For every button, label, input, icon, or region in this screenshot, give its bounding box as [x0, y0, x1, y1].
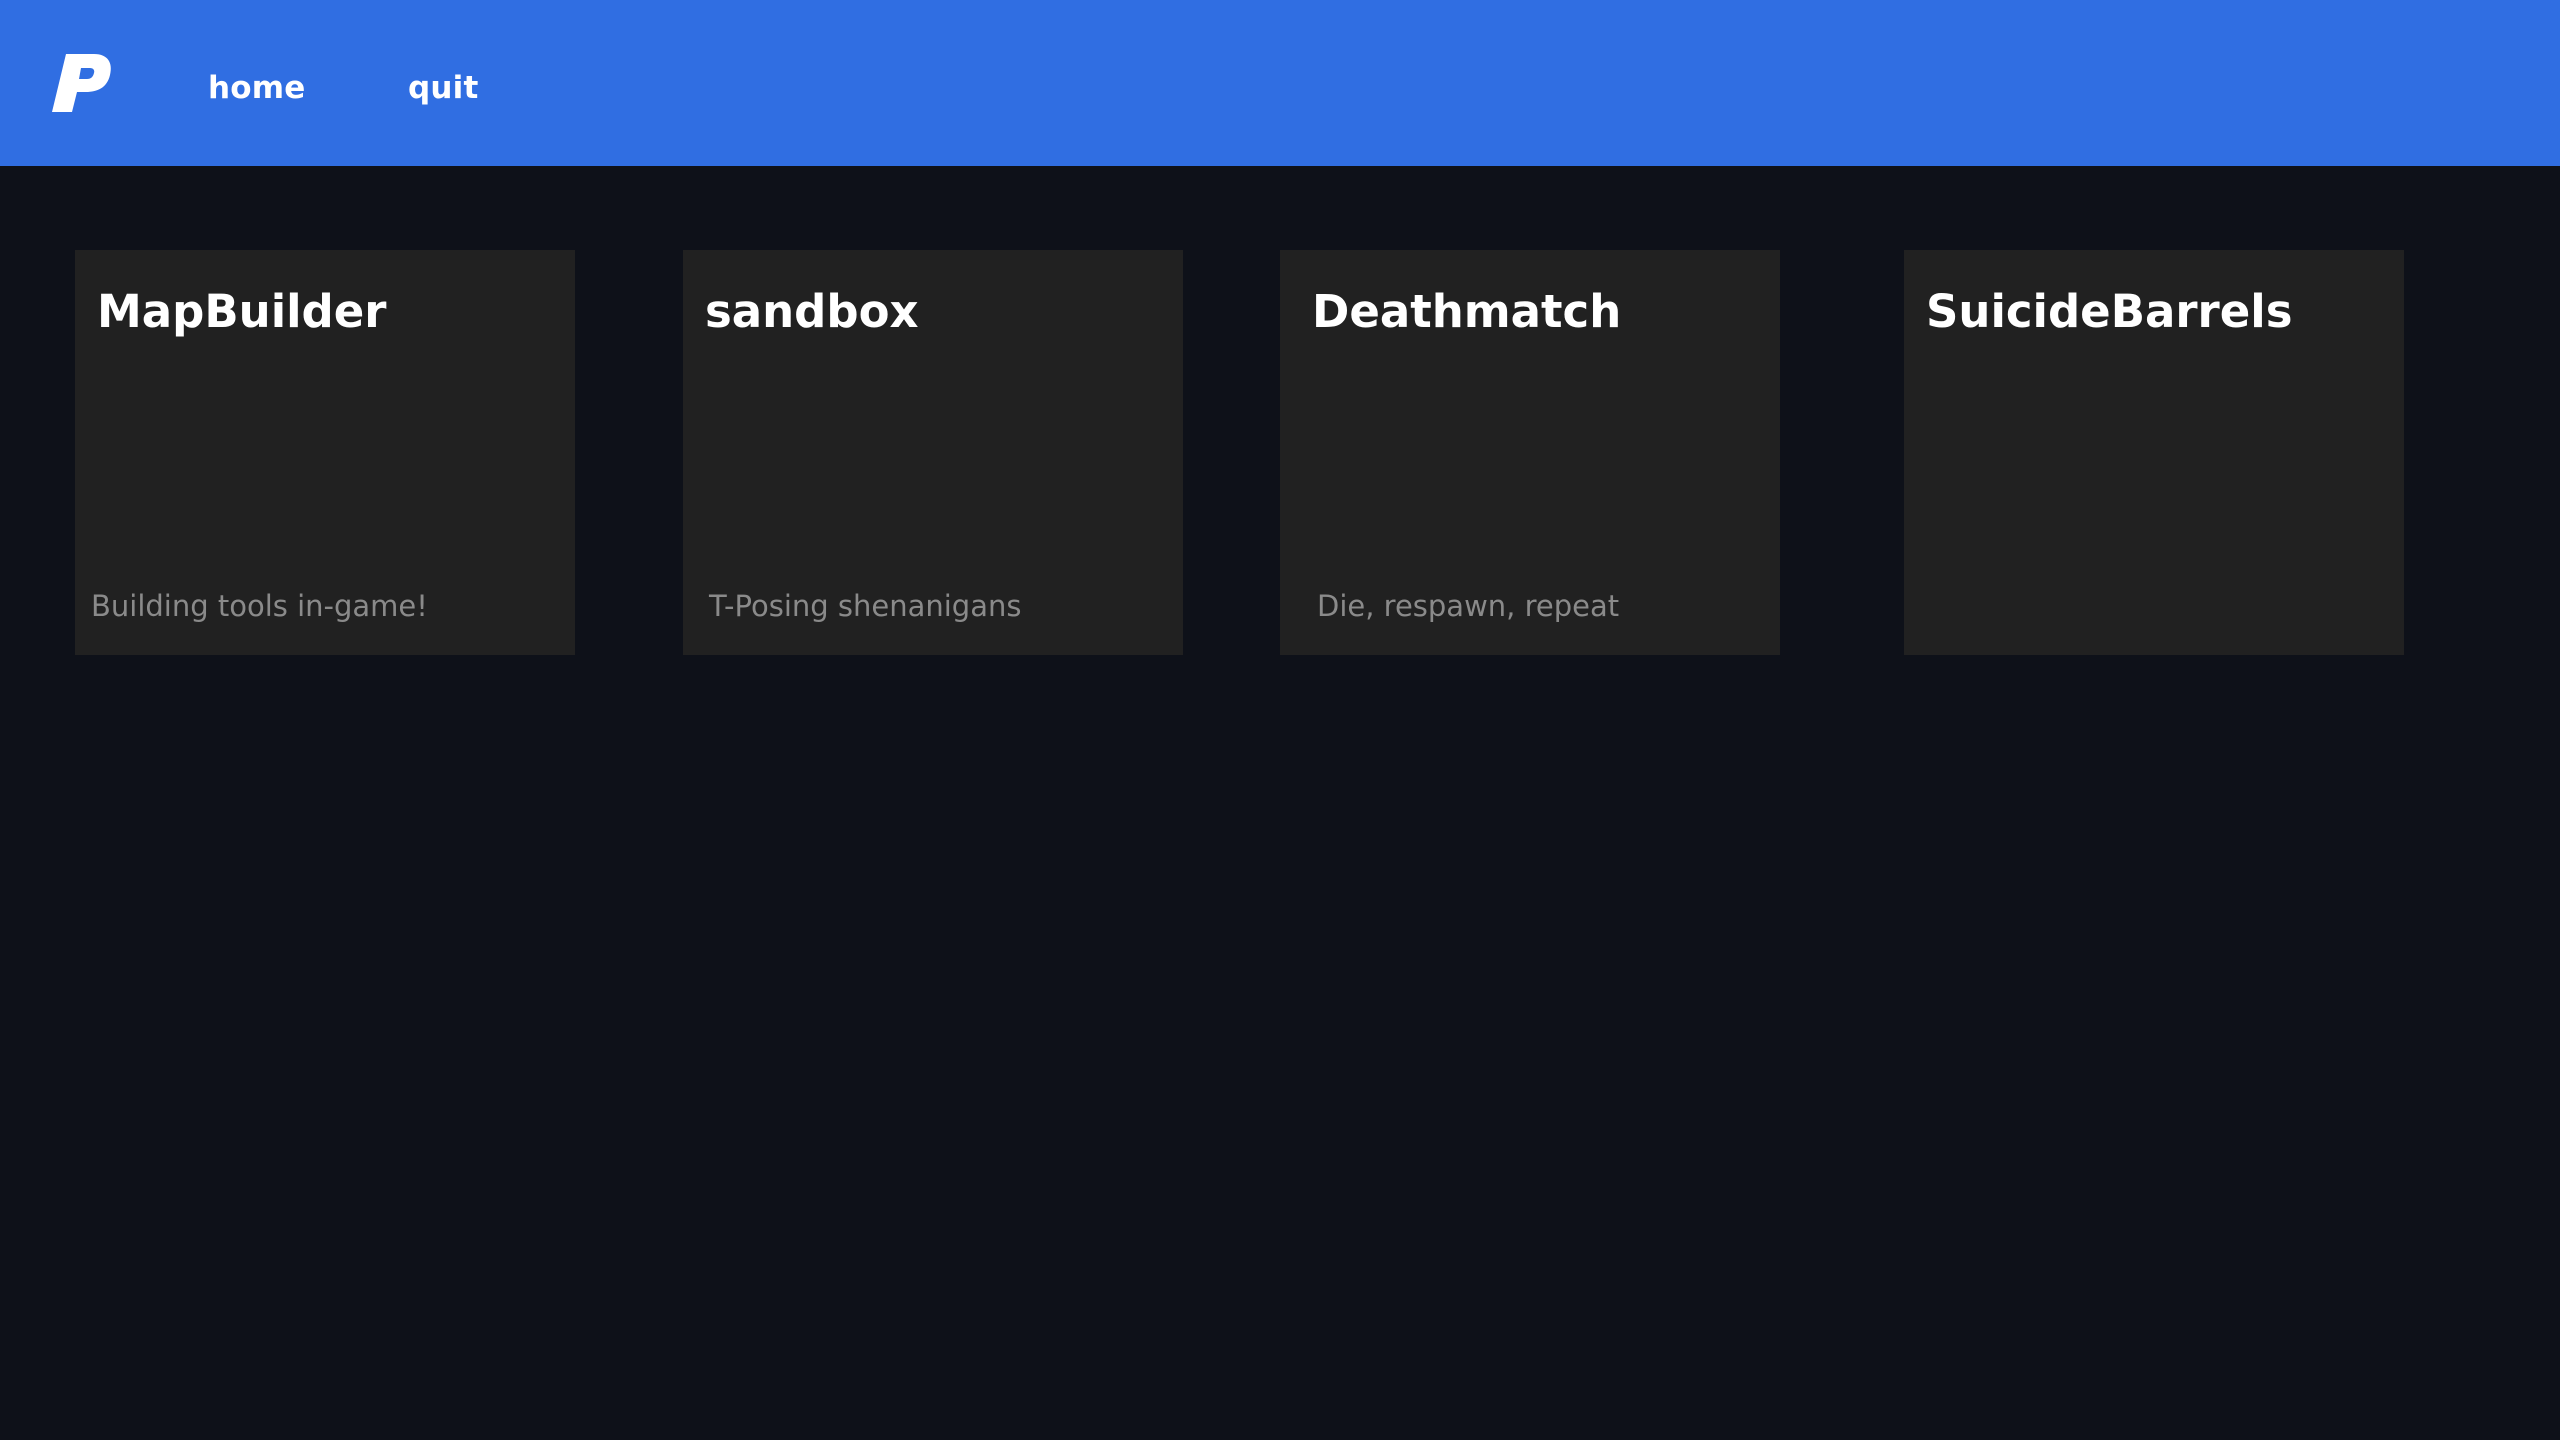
gamemode-card-deathmatch[interactable]: Deathmatch Die, respawn, repeat	[1280, 250, 1780, 655]
gamemode-card-suicidebarrels[interactable]: SuicideBarrels	[1904, 250, 2404, 655]
nav-quit-link[interactable]: quit	[408, 66, 479, 110]
gamemode-description: T-Posing shenanigans	[709, 589, 1022, 623]
nav-home-link[interactable]: home	[208, 66, 306, 110]
top-navigation-bar: home quit	[0, 0, 2560, 166]
gamemode-title: SuicideBarrels	[1926, 285, 2293, 338]
gamemode-title: Deathmatch	[1312, 285, 1622, 338]
gamemode-title: MapBuilder	[97, 285, 387, 338]
gamemode-card-sandbox[interactable]: sandbox T-Posing shenanigans	[683, 250, 1183, 655]
p-logo-icon[interactable]	[50, 50, 116, 116]
gamemode-title: sandbox	[705, 285, 919, 338]
gamemode-description: Building tools in-game!	[91, 589, 428, 623]
gamemode-description: Die, respawn, repeat	[1317, 589, 1620, 623]
gamemode-card-mapbuilder[interactable]: MapBuilder Building tools in-game!	[75, 250, 575, 655]
